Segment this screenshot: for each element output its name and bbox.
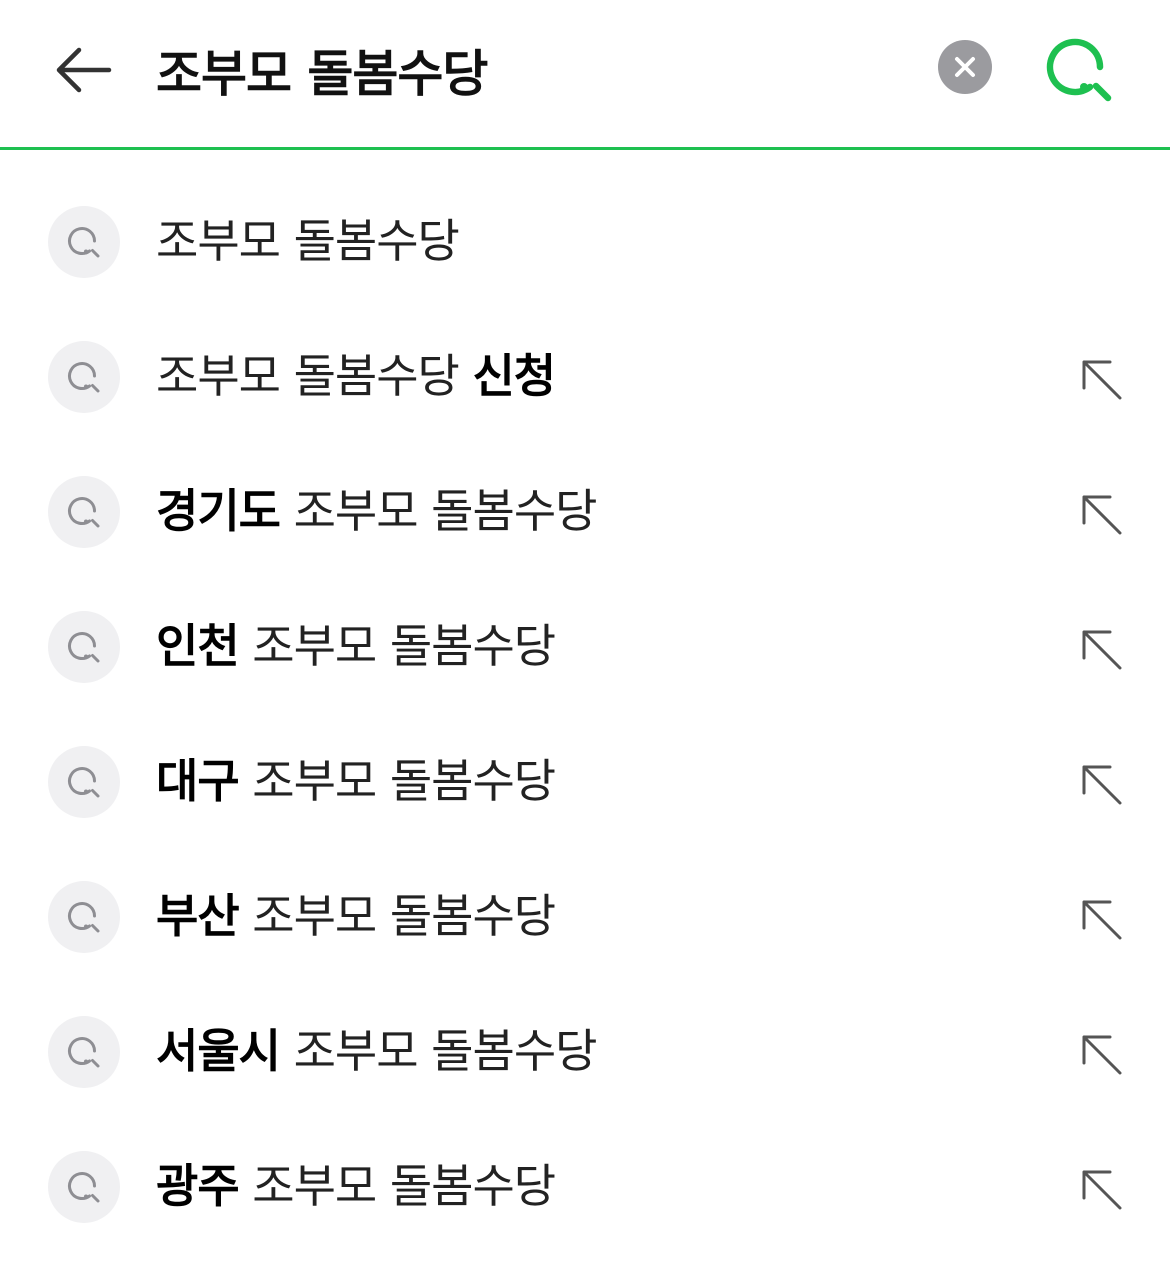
arrow-left-icon [56,47,112,93]
suggestion-text: 서울시 조부모 돌봄수당 [156,1015,598,1087]
search-icon [1046,38,1112,102]
arrow-up-left-icon [1082,900,1122,940]
suggestion-base: 조부모 돌봄수당 [238,1159,556,1213]
search-icon [68,1172,100,1203]
suggestion-base: 조부모 돌봄수당 [156,349,473,403]
suggestion-prefix: 부산 [156,889,240,943]
search-icon [68,632,100,663]
arrow-up-left-icon [1082,765,1122,805]
suggestion-text: 조부모 돌봄수당 신청 [156,340,556,412]
arrow-up-left-icon [1082,495,1122,535]
fill-query-button[interactable] [1074,622,1130,678]
suggestion-prefix: 인천 [156,619,240,673]
suggestion-item[interactable]: 광주 조부모 돌봄수당 [0,1120,1170,1255]
suggestion-icon-wrap [48,341,120,413]
suggestion-prefix: 광주 [156,1159,240,1213]
suggestion-item[interactable]: 경기도 조부모 돌봄수당 [0,445,1170,580]
fill-query-button[interactable] [1074,352,1130,408]
fill-query-button[interactable] [1074,757,1130,813]
fill-query-button[interactable] [1074,487,1130,543]
suggestion-base: 조부모 돌봄수당 [238,889,556,943]
suggestion-prefix: 대구 [156,754,240,808]
suggestion-item[interactable]: 조부모 돌봄수당 신청 [0,310,1170,445]
search-input[interactable] [156,30,896,110]
suggestion-icon-wrap [48,206,120,278]
suggestion-item[interactable]: 서울시 조부모 돌봄수당 [0,985,1170,1120]
suggestion-icon-wrap [48,476,120,548]
search-button[interactable] [1042,32,1118,108]
suggestion-item[interactable]: 조부모 돌봄수당 [0,175,1170,310]
suggestion-icon-wrap [48,746,120,818]
suggestion-text: 대구 조부모 돌봄수당 [156,745,556,817]
suggestion-suffix: 신청 [472,349,556,403]
clear-x-icon [955,57,975,77]
search-screen: 조부모 돌봄수당 조부모 돌봄수당 신청 경 [0,0,1170,1265]
arrow-up-left-icon [1082,1170,1122,1210]
suggestion-base: 조부모 돌봄수당 [279,484,598,538]
suggestion-icon-wrap [48,1151,120,1223]
suggestion-text: 광주 조부모 돌봄수당 [156,1150,556,1222]
suggestion-item[interactable]: 인천 조부모 돌봄수당 [0,580,1170,715]
suggestion-prefix: 경기도 [156,484,281,538]
suggestion-icon-wrap [48,881,120,953]
clear-button[interactable] [938,40,992,94]
suggestion-item[interactable]: 부산 조부모 돌봄수당 [0,850,1170,985]
search-header [0,0,1170,150]
suggestion-icon-wrap [48,611,120,683]
search-icon [68,497,100,528]
fill-query-button[interactable] [1074,1162,1130,1218]
fill-query-button[interactable] [1074,892,1130,948]
arrow-up-left-icon [1082,360,1122,400]
suggestion-text: 경기도 조부모 돌봄수당 [156,475,598,547]
suggestion-base: 조부모 돌봄수당 [238,754,556,808]
suggestion-base: 조부모 돌봄수당 [279,1024,598,1078]
search-icon [68,902,100,933]
suggestion-item[interactable]: 대구 조부모 돌봄수당 [0,715,1170,850]
suggestion-text: 인천 조부모 돌봄수당 [156,610,556,682]
suggestion-prefix: 서울시 [156,1024,281,1078]
search-icon [68,1037,100,1068]
suggestion-text: 조부모 돌봄수당 [156,205,460,277]
search-icon [68,227,100,258]
arrow-up-left-icon [1082,630,1122,670]
search-icon [68,767,100,798]
suggestion-base: 조부모 돌봄수당 [238,619,556,673]
back-button[interactable] [48,38,118,102]
fill-query-button[interactable] [1074,1027,1130,1083]
suggestion-text: 부산 조부모 돌봄수당 [156,880,556,952]
suggestion-list: 조부모 돌봄수당 조부모 돌봄수당 신청 경기도 조부모 돌봄수당 인천 조부모… [0,175,1170,1255]
suggestion-icon-wrap [48,1016,120,1088]
search-icon [68,362,100,393]
arrow-up-left-icon [1082,1035,1122,1075]
suggestion-base: 조부모 돌봄수당 [156,214,460,268]
